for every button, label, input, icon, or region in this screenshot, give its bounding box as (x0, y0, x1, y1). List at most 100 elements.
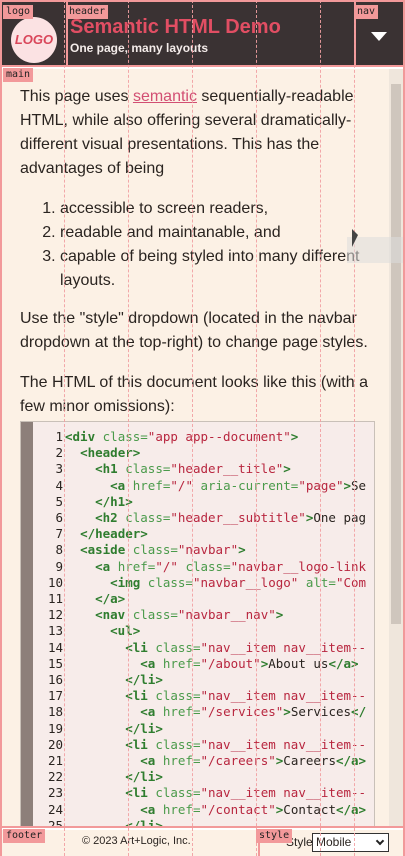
layout-guide (320, 0, 321, 856)
code-line: 16 </li> (33, 672, 366, 688)
line-number: 13 (47, 623, 63, 639)
list-item: capable of being styled into many differ… (60, 245, 375, 293)
chevron-down-icon[interactable] (371, 32, 387, 41)
region-tag-footer: footer (3, 829, 46, 843)
list-item: accessible to screen readers, (60, 197, 375, 221)
main-content: This page uses semantic sequentially-rea… (20, 85, 375, 435)
code-line: 3 <h1 class="header__title"> (33, 461, 366, 477)
region-tag-header: header (66, 5, 109, 19)
advantages-list: accessible to screen readers, readable a… (60, 197, 375, 293)
code-line: 4 <a href="/" aria-current="page">Se (33, 478, 366, 494)
layout-guide (128, 0, 129, 856)
code-gutter (21, 422, 33, 826)
code-line: 7 </header> (33, 526, 366, 542)
layout-guide (256, 0, 257, 856)
code-line: 12 <nav class="navbar__nav"> (33, 607, 366, 623)
code-text: </li> (125, 720, 163, 736)
line-number: 8 (55, 542, 63, 558)
code-text: <a href="/about">About us</a> (140, 655, 359, 671)
line-number: 12 (47, 607, 63, 623)
line-number: 25 (47, 817, 63, 828)
logo-link[interactable]: LOGO (11, 17, 57, 63)
intro-text-start: This page uses (20, 88, 133, 105)
intro-paragraph: This page uses semantic sequentially-rea… (20, 85, 375, 181)
line-number: 5 (55, 493, 63, 509)
layout-guide (64, 0, 65, 856)
code-block[interactable]: 1 <div class="app app--document"> 2 <heade… (20, 421, 375, 828)
line-number: 17 (47, 688, 63, 704)
header-region: Semantic HTML Demo One page, many layout… (68, 2, 356, 67)
code-line: 6 <h2 class="header__subtitle">One pag (33, 510, 366, 526)
line-number: 7 (55, 526, 63, 542)
region-tag-nav: nav (354, 5, 379, 19)
code-line: 20 <li class="nav__item nav__item-- (33, 737, 366, 753)
code-lines: 1 <div class="app app--document"> 2 <heade… (33, 429, 366, 828)
region-tag-main: main (3, 68, 34, 82)
code-line: 17 <li class="nav__item nav__item-- (33, 688, 366, 704)
code-line: 24 <a href="/contact">Contact</a> (33, 802, 366, 818)
code-line: 25 </li> (33, 817, 366, 828)
code-line: 2 <header> (33, 445, 366, 461)
footer-region: © 2023 Art+Logic, Inc. Style: Mobile (2, 830, 403, 856)
line-number: 14 (47, 639, 63, 655)
line-number: 19 (47, 720, 63, 736)
select-chevron-icon (375, 836, 385, 846)
style-hint-paragraph: Use the "style" dropdown (located in the… (20, 310, 368, 351)
code-line: 10 <img class="navbar__logo" alt="Com (33, 575, 366, 591)
code-text: </li> (125, 817, 163, 828)
code-text: <aside class="navbar"> (80, 542, 246, 558)
mouse-cursor-icon (352, 229, 358, 247)
code-line: 21 <a href="/careers">Careers</a> (33, 753, 366, 769)
line-number: 21 (47, 753, 63, 769)
line-number: 20 (47, 736, 63, 752)
code-line: 19 </li> (33, 721, 366, 737)
line-number: 2 (55, 445, 63, 461)
line-number: 6 (55, 510, 63, 526)
code-line: 9 <a href="/" class="navbar__logo-link (33, 559, 366, 575)
region-tag-logo: logo (3, 5, 34, 19)
logo-icon: LOGO (14, 32, 54, 47)
code-text: <nav class="navbar__nav"> (95, 607, 284, 623)
code-text: </h1> (95, 493, 133, 509)
line-number: 10 (47, 574, 63, 590)
code-text: </li> (125, 672, 163, 688)
line-number: 24 (47, 801, 63, 817)
line-number: 23 (47, 785, 63, 801)
style-select[interactable]: Mobile (312, 833, 389, 852)
line-number: 1 (55, 429, 63, 444)
code-text: </header> (80, 526, 148, 542)
code-line: 23 <li class="nav__item nav__item-- (33, 785, 366, 801)
top-bar: LOGO Semantic HTML Demo One page, many l… (2, 2, 403, 67)
code-line: 5 </h1> (33, 494, 366, 510)
code-line: 15 <a href="/about">About us</a> (33, 656, 366, 672)
line-number: 18 (47, 704, 63, 720)
line-number: 22 (47, 769, 63, 785)
copyright-text: © 2023 Art+Logic, Inc. (82, 835, 191, 847)
code-line: 8 <aside class="navbar"> (33, 542, 366, 558)
code-text: </li> (125, 769, 163, 785)
main-region: This page uses semantic sequentially-rea… (2, 69, 403, 828)
code-line: 1 <div class="app app--document"> (33, 429, 366, 445)
page-title[interactable]: Semantic HTML Demo (70, 16, 281, 39)
line-number: 4 (55, 477, 63, 493)
code-line: 13 <ul> (33, 623, 366, 639)
line-number: 15 (47, 655, 63, 671)
line-number: 9 (55, 558, 63, 574)
layout-guide (354, 0, 355, 856)
line-number: 16 (47, 672, 63, 688)
scrollbar-thumb[interactable] (391, 84, 401, 624)
page-subtitle: One page, many layouts (70, 41, 209, 55)
line-number: 11 (47, 591, 63, 607)
layout-guide (192, 0, 193, 856)
code-line: 18 <a href="/services">Services</ (33, 704, 366, 720)
code-intro-paragraph: The HTML of this document looks like thi… (20, 374, 368, 415)
region-tag-style: style (256, 829, 293, 843)
semantic-link[interactable]: semantic (133, 88, 197, 105)
style-select-value: Mobile (316, 835, 352, 849)
list-item: readable and maintanable, and (60, 221, 375, 245)
code-text: </a> (95, 591, 126, 607)
code-text: <div class="app app--document"> (65, 429, 299, 444)
app-frame: LOGO Semantic HTML Demo One page, many l… (0, 0, 405, 856)
line-number: 3 (55, 461, 63, 477)
code-line: 14 <li class="nav__item nav__item-- (33, 640, 366, 656)
